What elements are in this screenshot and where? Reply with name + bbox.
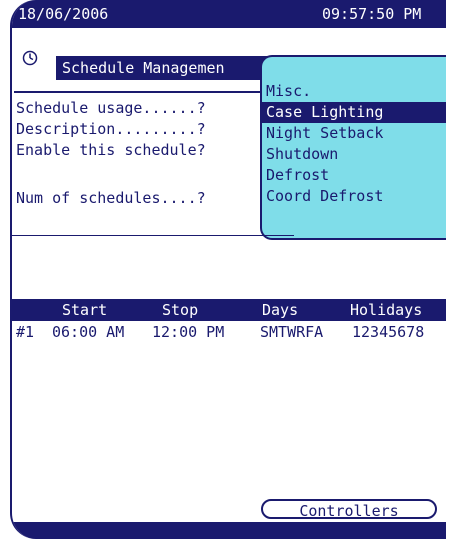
bottom-bar bbox=[12, 522, 446, 539]
row-days: SMTWRFA bbox=[260, 323, 324, 341]
row-start: 06:00 AM bbox=[52, 323, 125, 341]
dropdown-option-shutdown[interactable]: Shutdown bbox=[266, 144, 338, 165]
field-enable-schedule[interactable]: Enable this schedule? bbox=[16, 141, 206, 159]
field-num-schedules[interactable]: Num of schedules....? bbox=[16, 189, 206, 207]
dropdown-option-misc[interactable]: Misc. bbox=[266, 81, 311, 102]
screen-frame: 18/06/2006 09:57:50 PM Schedule Manageme… bbox=[10, 0, 446, 539]
col-header-holidays: Holidays bbox=[350, 301, 423, 319]
dropdown-option-night-setback[interactable]: Night Setback bbox=[266, 123, 383, 144]
col-header-days: Days bbox=[262, 301, 299, 319]
clock-icon bbox=[22, 50, 38, 66]
status-bar: 18/06/2006 09:57:50 PM bbox=[12, 0, 446, 28]
col-header-start: Start bbox=[62, 301, 108, 319]
page-title: Schedule Managemen bbox=[56, 56, 274, 80]
row-holidays: 12345678 bbox=[352, 323, 425, 341]
controllers-button[interactable]: Controllers bbox=[261, 499, 437, 520]
field-underline bbox=[12, 235, 294, 236]
table-row[interactable]: #1 06:00 AM 12:00 PM SMTWRFA 12345678 bbox=[12, 321, 446, 343]
row-number: #1 bbox=[16, 323, 35, 341]
field-description[interactable]: Description.........? bbox=[16, 120, 206, 138]
row-stop: 12:00 PM bbox=[152, 323, 225, 341]
dropdown-option-case-lighting[interactable]: Case Lighting bbox=[262, 102, 446, 123]
field-schedule-usage[interactable]: Schedule usage......? bbox=[16, 99, 206, 117]
col-header-stop: Stop bbox=[162, 301, 199, 319]
schedule-usage-dropdown[interactable]: Misc. Case Lighting Night Setback Shutdo… bbox=[260, 55, 446, 240]
header-divider bbox=[14, 91, 264, 93]
status-time: 09:57:50 PM bbox=[322, 5, 422, 23]
schedule-table-header: Start Stop Days Holidays bbox=[12, 299, 446, 321]
dropdown-option-defrost[interactable]: Defrost bbox=[266, 165, 329, 186]
status-date: 18/06/2006 bbox=[18, 5, 109, 23]
dropdown-option-coord-defrost[interactable]: Coord Defrost bbox=[266, 186, 383, 207]
